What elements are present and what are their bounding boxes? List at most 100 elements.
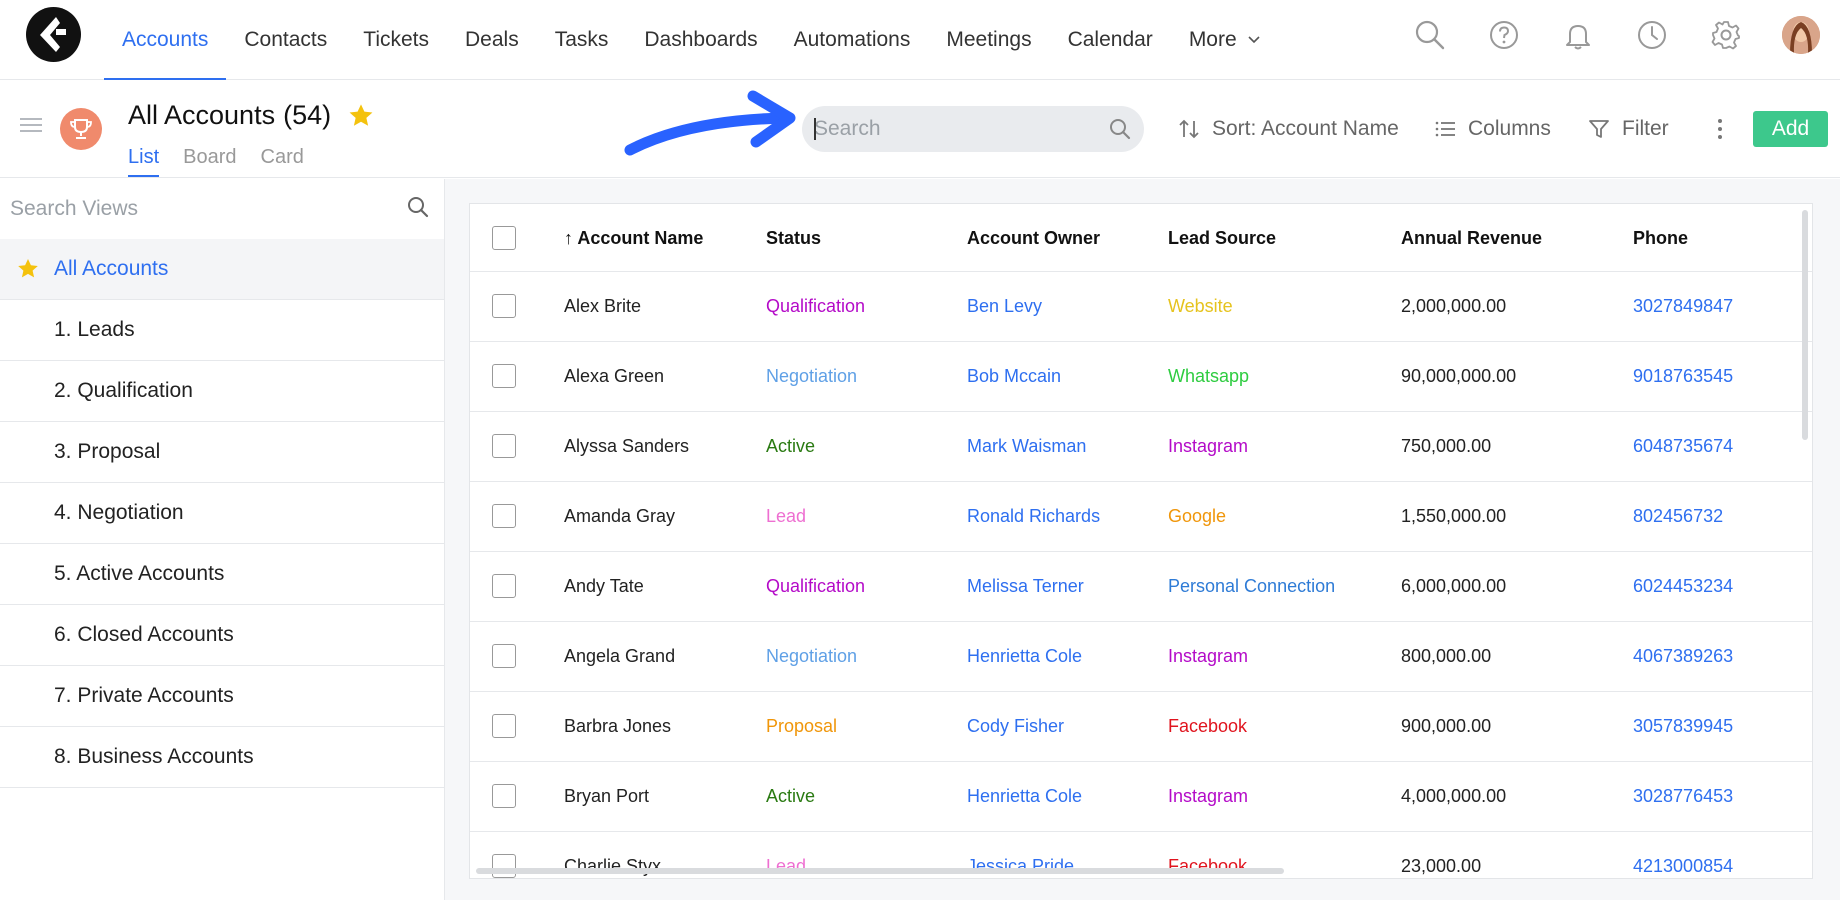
account-name-cell[interactable]: Alex Brite bbox=[564, 296, 641, 317]
horizontal-scrollbar[interactable] bbox=[476, 868, 1284, 874]
phone-cell[interactable]: 3028776453 bbox=[1633, 786, 1733, 807]
bell-icon[interactable] bbox=[1560, 17, 1596, 53]
column-header-annual-revenue[interactable]: Annual Revenue bbox=[1401, 228, 1542, 249]
table-row[interactable]: Bryan Port Active Henrietta Cole Instagram 4… bbox=[470, 762, 1812, 832]
views-search-input[interactable] bbox=[10, 191, 390, 227]
app-logo-icon[interactable] bbox=[26, 7, 81, 62]
sort-button[interactable]: Sort: Account Name bbox=[1178, 110, 1399, 148]
sidebar-view-label: 7. Private Accounts bbox=[54, 684, 234, 707]
add-button[interactable]: Add bbox=[1753, 111, 1828, 147]
help-icon[interactable] bbox=[1486, 17, 1522, 53]
sidebar-view-item[interactable]: 5. Active Accounts bbox=[0, 544, 444, 605]
phone-cell[interactable]: 6024453234 bbox=[1633, 576, 1733, 597]
sidebar-view-item[interactable]: 1. Leads bbox=[0, 300, 444, 361]
search-icon[interactable] bbox=[1108, 117, 1132, 141]
search-icon[interactable] bbox=[406, 195, 430, 219]
nav-tab-deals[interactable]: Deals bbox=[447, 0, 537, 80]
account-name-cell[interactable]: Angela Grand bbox=[564, 646, 675, 667]
sidebar-view-label: 5. Active Accounts bbox=[54, 562, 225, 585]
phone-cell[interactable]: 6048735674 bbox=[1633, 436, 1733, 457]
chevron-down-icon bbox=[1248, 36, 1260, 44]
column-header-lead-source[interactable]: Lead Source bbox=[1168, 228, 1276, 249]
view-tab-board[interactable]: Board bbox=[183, 146, 236, 177]
row-checkbox[interactable] bbox=[492, 504, 516, 528]
row-checkbox[interactable] bbox=[492, 854, 516, 878]
column-header-account-owner[interactable]: Account Owner bbox=[967, 228, 1100, 249]
sidebar-view-item[interactable]: 3. Proposal bbox=[0, 422, 444, 483]
account-name-cell[interactable]: Barbra Jones bbox=[564, 716, 671, 737]
row-checkbox[interactable] bbox=[492, 434, 516, 458]
vertical-scrollbar[interactable] bbox=[1802, 210, 1808, 440]
nav-tab-automations[interactable]: Automations bbox=[776, 0, 929, 80]
account-owner-cell[interactable]: Melissa Terner bbox=[967, 576, 1084, 597]
account-name-cell[interactable]: Bryan Port bbox=[564, 786, 649, 807]
table-row[interactable]: Amanda Gray Lead Ronald Richards Google 1,55… bbox=[470, 482, 1812, 552]
record-search-input[interactable] bbox=[814, 106, 1094, 152]
account-owner-cell[interactable]: Mark Waisman bbox=[967, 436, 1086, 457]
more-options-icon[interactable] bbox=[1710, 112, 1730, 146]
sidebar-view-item[interactable]: 4. Negotiation bbox=[0, 483, 444, 544]
page-title-text: All Accounts bbox=[128, 100, 276, 130]
nav-tab-calendar[interactable]: Calendar bbox=[1050, 0, 1171, 80]
filter-button[interactable]: Filter bbox=[1588, 110, 1669, 148]
table-row[interactable]: Alex Brite Qualification Ben Levy Website 2,… bbox=[470, 272, 1812, 342]
table-row[interactable]: Barbra Jones Proposal Cody Fisher Facebook 9… bbox=[470, 692, 1812, 762]
column-header-phone[interactable]: Phone bbox=[1633, 228, 1688, 249]
nav-tab-meetings[interactable]: Meetings bbox=[928, 0, 1049, 80]
account-owner-cell[interactable]: Ronald Richards bbox=[967, 506, 1100, 527]
column-header-status[interactable]: Status bbox=[766, 228, 821, 249]
phone-cell[interactable]: 4067389263 bbox=[1633, 646, 1733, 667]
nav-tab-contacts[interactable]: Contacts bbox=[226, 0, 345, 80]
views-sidebar: All Accounts 1. Leads 2. Qualification 3. P… bbox=[0, 179, 445, 900]
account-owner-cell[interactable]: Ben Levy bbox=[967, 296, 1042, 317]
sidebar-view-item[interactable]: All Accounts bbox=[0, 239, 444, 300]
top-navbar: Accounts Contacts Tickets Deals Tasks Dashboa… bbox=[0, 0, 1840, 80]
nav-tab-tasks[interactable]: Tasks bbox=[537, 0, 627, 80]
columns-button[interactable]: Columns bbox=[1434, 110, 1551, 148]
sidebar-view-item[interactable]: 8. Business Accounts bbox=[0, 727, 444, 788]
view-tab-list[interactable]: List bbox=[128, 146, 160, 177]
search-icon[interactable] bbox=[1412, 17, 1448, 53]
row-checkbox[interactable] bbox=[492, 784, 516, 808]
row-checkbox[interactable] bbox=[492, 294, 516, 318]
account-owner-cell[interactable]: Cody Fisher bbox=[967, 716, 1064, 737]
sidebar-view-item[interactable]: 2. Qualification bbox=[0, 361, 444, 422]
phone-cell[interactable]: 3057839945 bbox=[1633, 716, 1733, 737]
phone-cell[interactable]: 802456732 bbox=[1633, 506, 1723, 527]
phone-cell[interactable]: 3027849847 bbox=[1633, 296, 1733, 317]
row-checkbox[interactable] bbox=[492, 364, 516, 388]
account-owner-cell[interactable]: Henrietta Cole bbox=[967, 786, 1082, 807]
annotation-arrow-icon bbox=[624, 90, 796, 156]
table-row[interactable]: Andy Tate Qualification Melissa Terner Pers… bbox=[470, 552, 1812, 622]
select-all-checkbox[interactable] bbox=[492, 226, 516, 250]
account-name-cell[interactable]: Alexa Green bbox=[564, 366, 664, 387]
account-owner-cell[interactable]: Bob Mccain bbox=[967, 366, 1061, 387]
account-owner-cell[interactable]: Henrietta Cole bbox=[967, 646, 1082, 667]
phone-cell[interactable]: 4213000854 bbox=[1633, 856, 1733, 877]
favorite-star-icon[interactable] bbox=[347, 102, 375, 130]
nav-tab-more[interactable]: More bbox=[1171, 0, 1279, 80]
table-row[interactable]: Alexa Green Negotiation Bob Mccain Whatsapp… bbox=[470, 342, 1812, 412]
account-name-cell[interactable]: Alyssa Sanders bbox=[564, 436, 689, 457]
nav-tab-accounts[interactable]: Accounts bbox=[104, 0, 227, 80]
column-header-account-name[interactable]: ↑ Account Name bbox=[564, 228, 703, 249]
table-row[interactable]: Angela Grand Negotiation Henrietta Cole Ins… bbox=[470, 622, 1812, 692]
row-checkbox[interactable] bbox=[492, 644, 516, 668]
phone-cell[interactable]: 9018763545 bbox=[1633, 366, 1733, 387]
accounts-table: ↑ Account Name Status Account Owner Lead… bbox=[469, 203, 1813, 879]
clock-icon[interactable] bbox=[1634, 17, 1670, 53]
sidebar-view-item[interactable]: 6. Closed Accounts bbox=[0, 605, 444, 666]
nav-tab-tickets[interactable]: Tickets bbox=[345, 0, 447, 80]
row-checkbox[interactable] bbox=[492, 714, 516, 738]
account-name-cell[interactable]: Amanda Gray bbox=[564, 506, 675, 527]
account-name-cell[interactable]: Andy Tate bbox=[564, 576, 644, 597]
gear-icon[interactable] bbox=[1708, 17, 1744, 53]
sidebar-view-item[interactable]: 7. Private Accounts bbox=[0, 666, 444, 727]
menu-toggle-icon[interactable] bbox=[20, 118, 42, 134]
view-tab-card[interactable]: Card bbox=[261, 146, 304, 177]
nav-tab-dashboards[interactable]: Dashboards bbox=[626, 0, 775, 80]
table-row[interactable]: Alyssa Sanders Active Mark Waisman Instagra… bbox=[470, 412, 1812, 482]
user-avatar[interactable] bbox=[1782, 16, 1820, 54]
row-checkbox[interactable] bbox=[492, 574, 516, 598]
status-cell: Qualification bbox=[766, 296, 866, 316]
